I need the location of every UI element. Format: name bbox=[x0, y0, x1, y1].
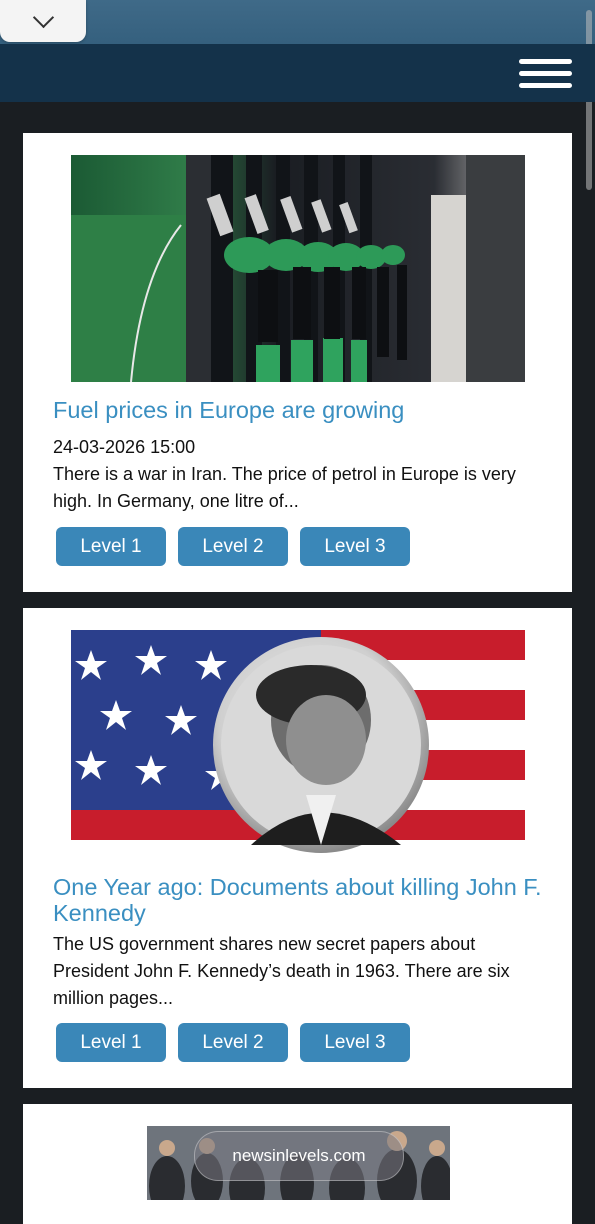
article-card: One Year ago: Documents about killing Jo… bbox=[23, 608, 572, 1088]
article-title[interactable]: Fuel prices in Europe are growing bbox=[53, 397, 553, 423]
article-image-fuel-pumps[interactable] bbox=[71, 155, 525, 382]
level-3-button[interactable]: Level 3 bbox=[300, 1023, 410, 1062]
navbar bbox=[0, 44, 595, 102]
chevron-down-icon bbox=[32, 6, 54, 28]
level-2-button[interactable]: Level 2 bbox=[178, 1023, 288, 1062]
hamburger-menu-icon[interactable] bbox=[519, 59, 572, 89]
article-summary: There is a war in Iran. The price of pet… bbox=[53, 464, 516, 511]
article-card: Fuel prices in Europe are growing 24-03-… bbox=[23, 133, 572, 592]
article-date: 24-03-2026 15:00 bbox=[53, 437, 196, 457]
site-watermark-badge: newsinlevels.com bbox=[194, 1131, 404, 1181]
article-image-kennedy-badge[interactable] bbox=[71, 630, 525, 857]
level-1-button[interactable]: Level 1 bbox=[56, 1023, 166, 1062]
level-3-button[interactable]: Level 3 bbox=[300, 527, 410, 566]
level-2-button[interactable]: Level 2 bbox=[178, 527, 288, 566]
article-title[interactable]: One Year ago: Documents about killing Jo… bbox=[53, 874, 553, 926]
level-buttons: Level 1 Level 2 Level 3 bbox=[56, 527, 410, 566]
collapse-tab[interactable] bbox=[0, 0, 86, 42]
level-buttons: Level 1 Level 2 Level 3 bbox=[56, 1023, 410, 1062]
article-summary: The US government shares new secret pape… bbox=[53, 934, 510, 1008]
top-strip bbox=[0, 0, 595, 44]
level-1-button[interactable]: Level 1 bbox=[56, 527, 166, 566]
